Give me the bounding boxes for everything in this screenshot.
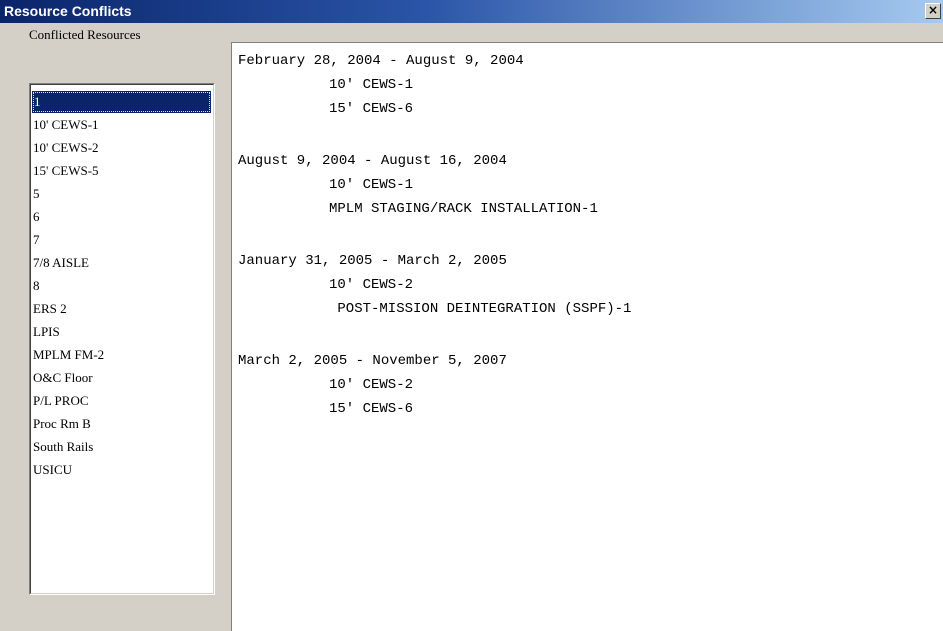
date-range: February 28, 2004 - August 9, 2004 xyxy=(238,53,524,69)
list-item[interactable]: P/L PROC xyxy=(31,389,213,412)
conflicting-resource: 10' CEWS-2 xyxy=(329,277,414,293)
list-item[interactable]: 8 xyxy=(31,274,213,297)
conflicting-resource: MPLM STAGING/RACK INSTALLATION-1 xyxy=(329,201,598,217)
conflicting-resource: POST-MISSION DEINTEGRATION (SSPF)-1 xyxy=(329,301,632,317)
list-item[interactable]: 10' CEWS-2 xyxy=(31,136,213,159)
conflicting-resource: 15' CEWS-6 xyxy=(329,401,414,417)
close-button[interactable]: × xyxy=(925,3,941,19)
date-range: January 31, 2005 - March 2, 2005 xyxy=(238,253,507,269)
conflicted-resources-list[interactable]: 1 10' CEWS-1 10' CEWS-2 15' CEWS-5 5 6 7 7/8 AI… xyxy=(29,83,215,595)
conflicting-resource: 10' CEWS-1 xyxy=(329,177,414,193)
conflict-group: January 31, 2005 - March 2, 2005 10' CEWS… xyxy=(238,249,943,321)
list-item[interactable]: 1 xyxy=(32,91,211,113)
date-range: March 2, 2005 - November 5, 2007 xyxy=(238,353,507,369)
list-item[interactable]: MPLM FM-2 xyxy=(31,343,213,366)
list-item[interactable]: 10' CEWS-1 xyxy=(31,113,213,136)
conflicted-resources-label: Conflicted Resources xyxy=(29,27,141,42)
conflicting-resource: 10' CEWS-1 xyxy=(329,77,414,93)
window-title: Resource Conflicts xyxy=(4,3,132,19)
list-item[interactable]: 15' CEWS-5 xyxy=(31,159,213,182)
conflict-details-panel: February 28, 2004 - August 9, 2004 10' CE… xyxy=(231,42,943,631)
list-item[interactable]: 7/8 AISLE xyxy=(31,251,213,274)
list-item[interactable]: Proc Rm B xyxy=(31,412,213,435)
conflicting-resource: 15' CEWS-6 xyxy=(329,101,414,117)
date-range: August 9, 2004 - August 16, 2004 xyxy=(238,153,507,169)
list-item[interactable]: USICU xyxy=(31,458,213,481)
list-item[interactable]: O&C Floor xyxy=(31,366,213,389)
list-item[interactable]: 5 xyxy=(31,182,213,205)
close-icon: × xyxy=(927,3,939,17)
list-item[interactable]: ERS 2 xyxy=(31,297,213,320)
conflicting-resource: 10' CEWS-2 xyxy=(329,377,414,393)
conflict-group: February 28, 2004 - August 9, 2004 10' CE… xyxy=(238,49,943,121)
list-item[interactable]: South Rails xyxy=(31,435,213,458)
list-item[interactable]: LPIS xyxy=(31,320,213,343)
conflict-group: March 2, 2005 - November 5, 2007 10' CEWS… xyxy=(238,349,943,421)
title-bar: Resource Conflicts × xyxy=(0,0,943,23)
conflict-group: August 9, 2004 - August 16, 2004 10' CEWS… xyxy=(238,149,943,221)
list-item[interactable]: 6 xyxy=(31,205,213,228)
list-item[interactable]: 7 xyxy=(31,228,213,251)
